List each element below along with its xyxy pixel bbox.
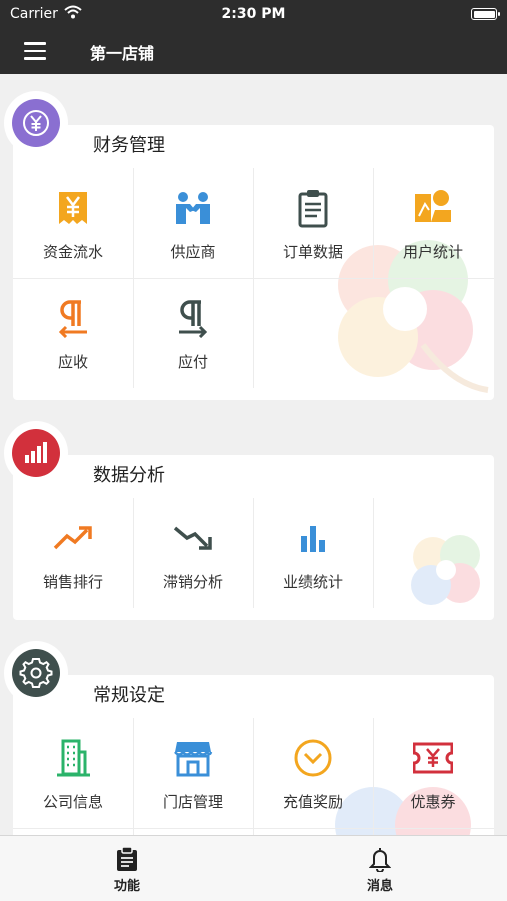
bar-chart-icon — [12, 429, 60, 477]
receipt-yuan-icon — [59, 192, 87, 224]
handshake-people-icon — [176, 192, 210, 224]
analytics-section: 数据分析 销售排行 滞销分析 业绩统计 — [8, 425, 494, 620]
item-label: 销售排行 — [42, 573, 103, 591]
tab-label: 功能 — [113, 879, 140, 894]
settings-section-icon — [8, 645, 64, 701]
item-label: 公司信息 — [42, 793, 103, 811]
storefront-icon — [174, 742, 213, 777]
chevron-circle-icon — [294, 739, 332, 777]
coupon-icon — [413, 742, 453, 774]
clipboard-tab-icon — [117, 846, 137, 871]
hamburger-menu-icon[interactable] — [24, 42, 46, 60]
gear-icon — [12, 649, 60, 697]
section-title: 财务管理 — [93, 135, 165, 156]
tab-messages[interactable]: 消息 — [320, 836, 440, 901]
tab-label: 消息 — [366, 879, 393, 894]
payable-item[interactable]: 应付 — [133, 278, 253, 388]
bars-icon — [301, 526, 325, 552]
tab-bar: 功能 消息 — [0, 835, 507, 901]
slow-sales-item[interactable]: 滞销分析 — [133, 498, 253, 608]
yuan-icon — [12, 99, 60, 147]
item-label: 优惠券 — [410, 793, 456, 811]
item-label: 充值奖励 — [282, 793, 343, 811]
receivable-item[interactable]: 应收 — [13, 278, 133, 388]
paragraph-arrow-right-icon — [179, 300, 208, 338]
item-label: 资金流水 — [42, 243, 103, 261]
user-stats-item[interactable]: 用户统计 — [373, 168, 493, 278]
finance-section-icon — [8, 95, 64, 151]
paragraph-arrow-left-icon — [58, 300, 87, 338]
store-management-item[interactable]: 门店管理 — [133, 718, 253, 828]
item-label: 滞销分析 — [162, 573, 223, 591]
supplier-item[interactable]: 供应商 — [133, 168, 253, 278]
performance-stats-item[interactable]: 业绩统计 — [253, 498, 373, 608]
item-label: 业绩统计 — [282, 573, 343, 591]
item-label: 订单数据 — [282, 243, 343, 261]
page-title: 第一店铺 — [90, 44, 155, 63]
clipboard-icon — [298, 190, 328, 228]
item-label: 门店管理 — [162, 793, 223, 811]
battery-icon — [471, 8, 500, 20]
coupon-item[interactable]: 优惠券 — [373, 718, 493, 828]
item-label: 供应商 — [170, 243, 216, 261]
sales-ranking-item[interactable]: 销售排行 — [13, 498, 133, 608]
item-label: 应收 — [57, 353, 88, 371]
order-data-item[interactable]: 订单数据 — [253, 168, 373, 278]
nav-bar: 第一店铺 — [0, 28, 507, 74]
company-info-item[interactable]: 公司信息 — [13, 718, 133, 828]
status-bar: Carrier 2:30 PM — [0, 0, 507, 28]
trend-down-icon — [173, 526, 212, 550]
recharge-reward-item[interactable]: 充值奖励 — [253, 718, 373, 828]
section-title: 数据分析 — [93, 465, 165, 486]
tab-functions[interactable]: 功能 — [67, 836, 187, 901]
finance-section: 财务管理 资金流水 供应商 订单数据 用户统计 应收 应付 — [8, 95, 494, 400]
user-stats-icon — [415, 190, 451, 222]
fund-flow-item[interactable]: 资金流水 — [13, 168, 133, 278]
item-label: 用户统计 — [402, 243, 463, 261]
clock: 2:30 PM — [221, 6, 286, 22]
building-icon — [57, 739, 90, 777]
section-title: 常规设定 — [93, 685, 165, 706]
settings-section: 常规设定 公司信息 门店管理 充值奖励 优惠券 — [8, 645, 494, 845]
clover-watermark — [411, 535, 480, 605]
bell-icon — [369, 848, 391, 872]
item-label: 应付 — [177, 353, 208, 371]
trend-up-icon — [53, 526, 92, 550]
analytics-section-icon — [8, 425, 64, 481]
